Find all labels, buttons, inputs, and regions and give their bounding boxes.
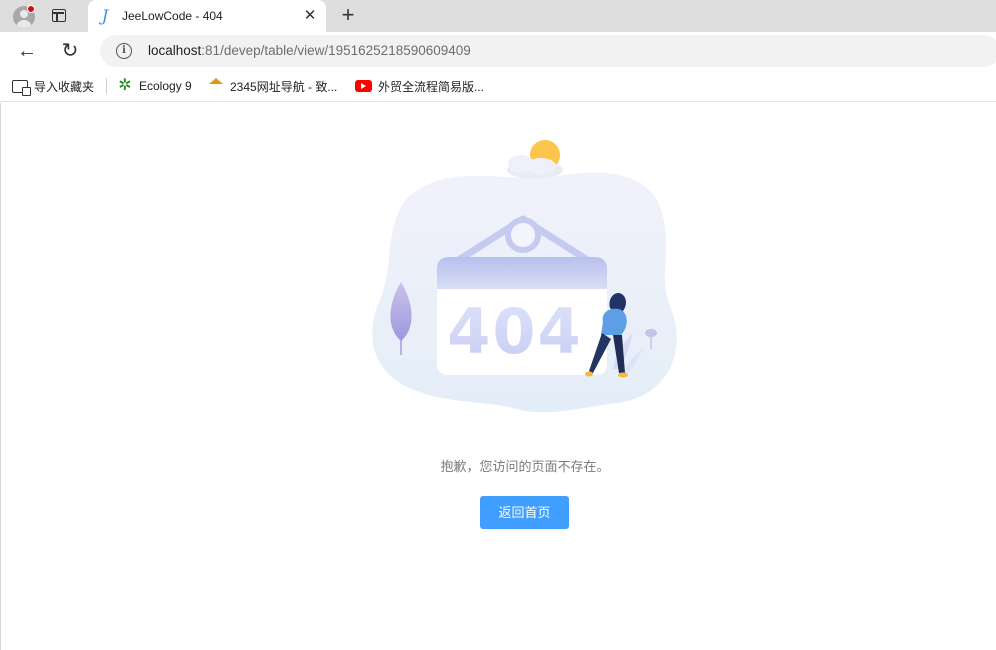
jeelowcode-favicon-icon: J: [101, 6, 109, 25]
bookmark-label: 2345网址导航 - 致...: [230, 79, 338, 94]
url-host: localhost: [148, 43, 202, 58]
error-message: 抱歉，您访问的页面不存在。: [440, 459, 610, 474]
tab-strip: J JeeLowCode - 404 ✕ +: [0, 0, 996, 33]
hanger-ring: [505, 217, 541, 253]
active-tab[interactable]: J JeeLowCode - 404 ✕: [88, 0, 326, 33]
address-bar[interactable]: i localhost:81/devep/table/view/19516252…: [100, 35, 996, 67]
404-illustration: 404: [372, 140, 677, 413]
bookmarks-bar: 导入收藏夹 ✲ Ecology 9 2345网址导航 - 致... 外贸全流程简…: [0, 70, 996, 102]
return-home-button[interactable]: 返回首页: [480, 496, 569, 529]
profile-avatar-icon[interactable]: [8, 4, 35, 28]
bookmark-import-favorites[interactable]: 导入收藏夹: [12, 77, 95, 96]
site-info-icon[interactable]: i: [116, 43, 132, 59]
bookmark-label: 外贸全流程简易版...: [378, 79, 485, 94]
page-content: 404 抱歉，您访问的页面不存在。 返回首页: [0, 103, 996, 650]
notification-dot-icon: [27, 5, 35, 13]
tab-close-icon[interactable]: ✕: [302, 8, 318, 24]
youtube-icon: [355, 80, 372, 92]
2345-icon: [208, 78, 224, 94]
bookmark-foreign-trade[interactable]: 外贸全流程简易版...: [355, 77, 484, 95]
url-text[interactable]: localhost:81/devep/table/view/1951625218…: [148, 43, 471, 59]
sign-board-header: [437, 257, 607, 289]
back-button[interactable]: ←: [14, 38, 40, 64]
ecology-icon: ✲: [118, 77, 132, 94]
tab-actions-icon[interactable]: [46, 6, 72, 26]
new-tab-button[interactable]: +: [336, 4, 360, 28]
error-code-text: 404: [447, 295, 582, 368]
import-icon: [12, 79, 31, 96]
browser-toolbar: ← ↻ i localhost:81/devep/table/view/1951…: [0, 32, 996, 70]
tab-title: JeeLowCode - 404: [122, 9, 223, 23]
bookmark-ecology[interactable]: ✲ Ecology 9: [117, 77, 192, 95]
reload-button[interactable]: ↻: [57, 38, 83, 64]
bookmark-label: Ecology 9: [139, 79, 192, 93]
bookmark-separator: [106, 78, 107, 94]
bookmark-label: 导入收藏夹: [34, 79, 95, 94]
bookmark-2345[interactable]: 2345网址导航 - 致...: [208, 77, 337, 95]
url-path: :81/devep/table/view/1951625218590609409: [201, 43, 471, 58]
